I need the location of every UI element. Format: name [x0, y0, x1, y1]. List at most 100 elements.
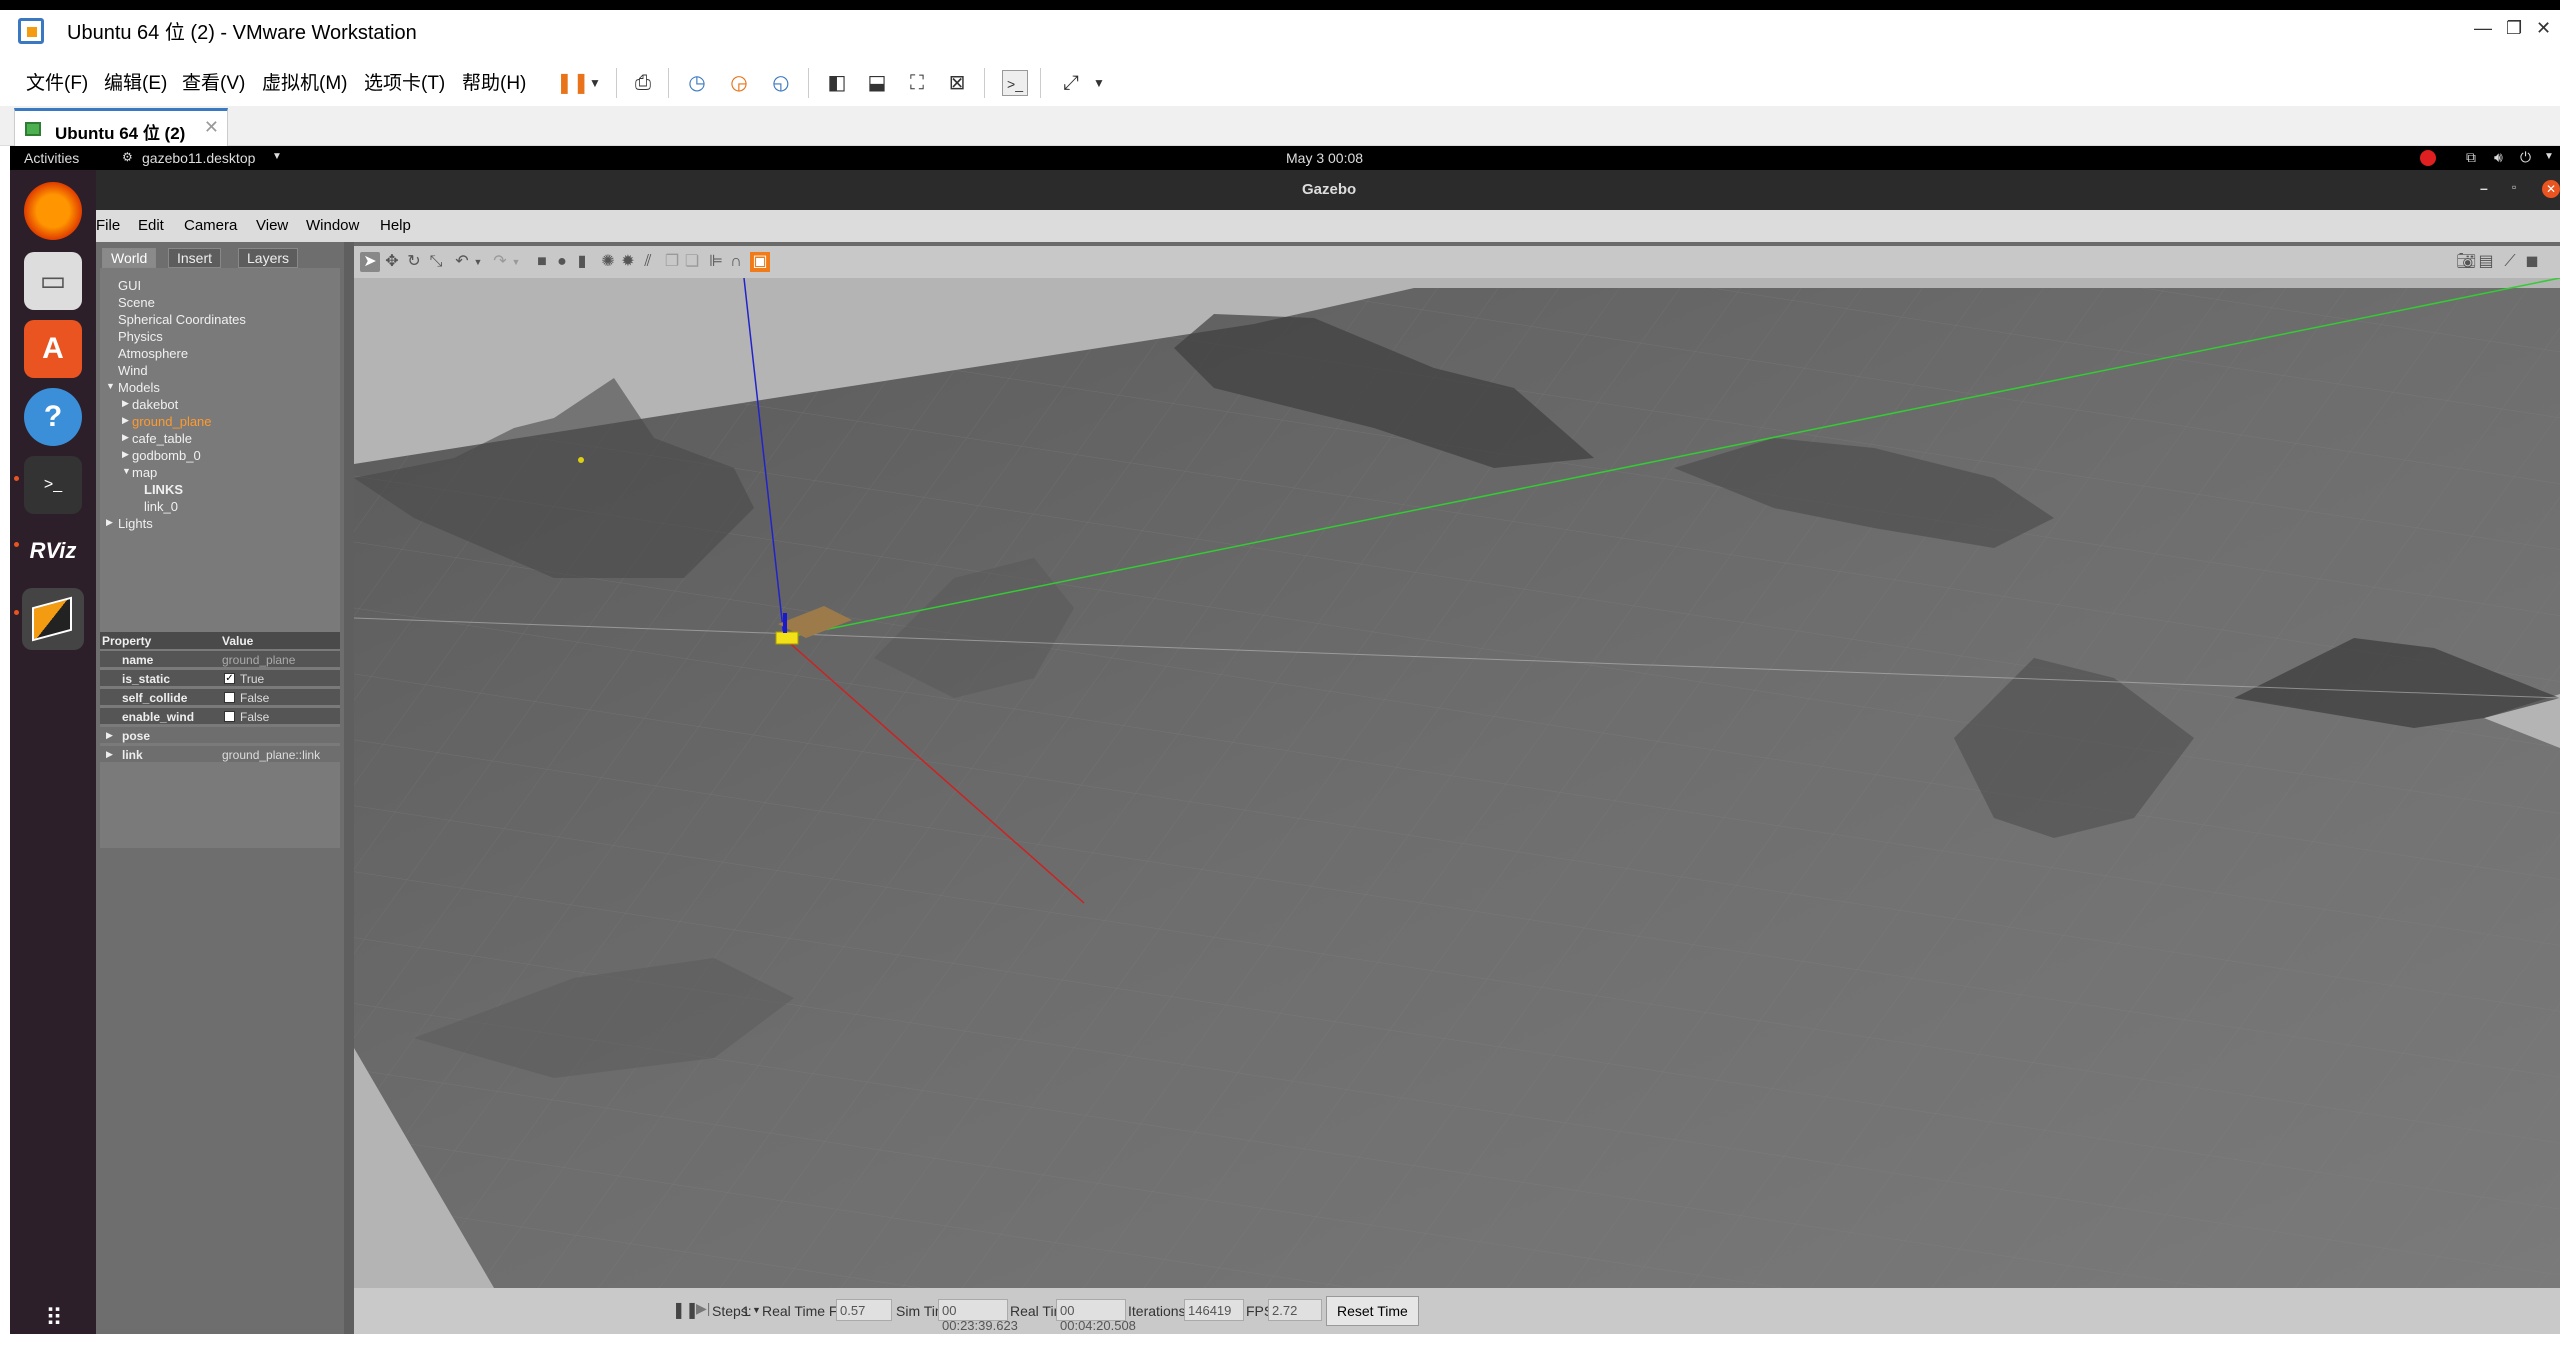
tree-item-map[interactable]: map: [132, 465, 157, 480]
chevron-right-icon[interactable]: ▶: [122, 449, 129, 460]
rviz-icon[interactable]: RViz: [24, 522, 82, 580]
tree-item-wind[interactable]: Wind: [118, 363, 148, 378]
terminal-icon[interactable]: >_: [24, 456, 82, 514]
stretch-icon[interactable]: ⤢: [1058, 70, 1084, 96]
tree-item-links[interactable]: LINKS: [144, 482, 183, 497]
prop-row-name[interactable]: name ground_plane: [100, 651, 340, 668]
directional-light-icon[interactable]: ⫽: [638, 252, 658, 272]
snapshot-icon[interactable]: ◷: [684, 70, 710, 96]
gz-menu-window[interactable]: Window: [306, 217, 359, 234]
menu-edit[interactable]: 编辑(E): [104, 58, 167, 105]
minimize-icon[interactable]: –: [2480, 180, 2488, 196]
godbomb-model[interactable]: [578, 457, 584, 463]
menu-view[interactable]: 查看(V): [182, 58, 245, 105]
volume-icon[interactable]: 🔊︎: [2494, 149, 2503, 166]
tab-world[interactable]: World: [102, 248, 157, 268]
tab-insert[interactable]: Insert: [168, 248, 222, 268]
copy-icon[interactable]: ❐: [662, 252, 682, 272]
align-icon[interactable]: ⊫: [706, 252, 726, 272]
prop-row-enable-wind[interactable]: enable_wind False: [100, 708, 340, 725]
tree-item-link-0[interactable]: link_0: [144, 499, 178, 514]
tab-ubuntu-vm[interactable]: Ubuntu 64 位 (2) ✕: [14, 108, 228, 146]
library-icon[interactable]: ◧: [824, 70, 850, 96]
tree-item-physics[interactable]: Physics: [118, 329, 163, 344]
chevron-right-icon[interactable]: ▶: [122, 415, 129, 426]
select-mode-icon[interactable]: ➤: [360, 252, 380, 272]
gz-menu-help[interactable]: Help: [380, 217, 411, 234]
change-view-icon[interactable]: ▣: [750, 252, 770, 272]
tree-item-scene[interactable]: Scene: [118, 295, 155, 310]
gazebo-icon[interactable]: [22, 588, 84, 650]
power-icon[interactable]: ⏻: [2520, 149, 2531, 166]
panel-splitter[interactable]: [344, 242, 354, 1334]
scale-mode-icon[interactable]: ⤡: [426, 252, 446, 272]
box-icon[interactable]: ■: [532, 252, 552, 272]
chevron-down-icon[interactable]: ▼: [272, 151, 282, 162]
minimize-icon[interactable]: —: [2474, 18, 2492, 39]
thumbnail-icon[interactable]: ⬓: [864, 70, 890, 96]
menu-file[interactable]: 文件(F): [26, 58, 88, 105]
clock[interactable]: May 3 00:08: [1286, 150, 1363, 166]
checkbox[interactable]: [224, 711, 235, 722]
chevron-down-icon[interactable]: ▼: [106, 381, 115, 391]
prop-row-link[interactable]: ▶ link ground_plane::link: [100, 746, 340, 763]
pause-icon[interactable]: ❚❚: [556, 70, 590, 96]
send-keys-icon[interactable]: ⎙: [630, 70, 656, 96]
rotate-mode-icon[interactable]: ↻: [404, 252, 424, 272]
close-tab-icon[interactable]: ✕: [204, 117, 219, 138]
chevron-down-icon[interactable]: ▼: [2544, 151, 2554, 162]
close-icon[interactable]: ✕: [2536, 18, 2551, 39]
spot-light-icon[interactable]: ✹: [618, 252, 638, 272]
sphere-icon[interactable]: ●: [552, 252, 572, 272]
tree-item-dakebot[interactable]: dakebot: [132, 397, 178, 412]
chevron-right-icon[interactable]: ▶: [106, 517, 113, 528]
step-icon[interactable]: ▶|: [696, 1300, 710, 1317]
network-icon[interactable]: ⧉: [2466, 149, 2476, 166]
tree-item-spherical-coordinates[interactable]: Spherical Coordinates: [118, 312, 246, 327]
video-record-icon[interactable]: ◼: [2522, 252, 2542, 272]
snapshot-manager-icon[interactable]: ◵: [768, 70, 794, 96]
tree-item-cafe-table[interactable]: cafe_table: [132, 431, 192, 446]
dakebot-model[interactable]: [775, 631, 799, 645]
chevron-down-icon[interactable]: ▼: [122, 466, 131, 476]
restore-icon[interactable]: ❐: [2506, 18, 2522, 39]
gz-menu-file[interactable]: File: [96, 217, 120, 234]
app-grid-icon[interactable]: ⠿: [24, 1290, 82, 1348]
chevron-right-icon[interactable]: ▶: [122, 398, 129, 409]
screenshot-icon[interactable]: 📷︎: [2456, 252, 2476, 272]
menu-help[interactable]: 帮助(H): [462, 58, 526, 105]
point-light-icon[interactable]: ✺: [598, 252, 618, 272]
tree-item-ground-plane[interactable]: ground_plane: [132, 414, 212, 429]
close-icon[interactable]: ✕: [2542, 180, 2560, 198]
tree-item-models[interactable]: Models: [118, 380, 160, 395]
checkbox-checked[interactable]: ✓: [224, 673, 235, 684]
snap-icon[interactable]: ∩: [726, 252, 746, 272]
app-menu[interactable]: gazebo11.desktop: [142, 150, 255, 166]
chevron-down-icon[interactable]: ▼: [582, 70, 608, 96]
console-icon[interactable]: >_: [1002, 70, 1028, 96]
gz-menu-camera[interactable]: Camera: [184, 217, 237, 234]
chevron-down-icon[interactable]: ▼: [1086, 70, 1112, 96]
chevron-down-icon[interactable]: ▼: [506, 252, 526, 272]
3d-scene-view[interactable]: [354, 278, 2560, 1288]
files-icon[interactable]: ▭: [24, 252, 82, 310]
paste-icon[interactable]: ❏: [682, 252, 702, 272]
log-icon[interactable]: ▤: [2476, 252, 2496, 272]
cylinder-icon[interactable]: ▮: [572, 252, 592, 272]
activities-button[interactable]: Activities: [24, 150, 79, 166]
app-store-icon[interactable]: A: [24, 320, 82, 378]
checkbox[interactable]: [224, 692, 235, 703]
reset-time-button[interactable]: Reset Time: [1326, 1296, 1419, 1326]
help-icon[interactable]: ?: [24, 388, 82, 446]
gz-menu-edit[interactable]: Edit: [138, 217, 164, 234]
pause-sim-icon[interactable]: ❚❚: [672, 1300, 699, 1320]
chevron-right-icon[interactable]: ▶: [122, 432, 129, 443]
unity-icon[interactable]: ⊠: [944, 70, 970, 96]
tree-item-lights[interactable]: Lights: [118, 516, 153, 531]
steps-value[interactable]: 1: [742, 1303, 750, 1319]
revert-snapshot-icon[interactable]: ◶: [726, 70, 752, 96]
tab-layers[interactable]: Layers: [238, 248, 299, 268]
prop-row-is-static[interactable]: is_static ✓ True: [100, 670, 340, 687]
menu-tabs[interactable]: 选项卡(T): [364, 58, 445, 105]
translate-mode-icon[interactable]: ✥: [382, 252, 402, 272]
